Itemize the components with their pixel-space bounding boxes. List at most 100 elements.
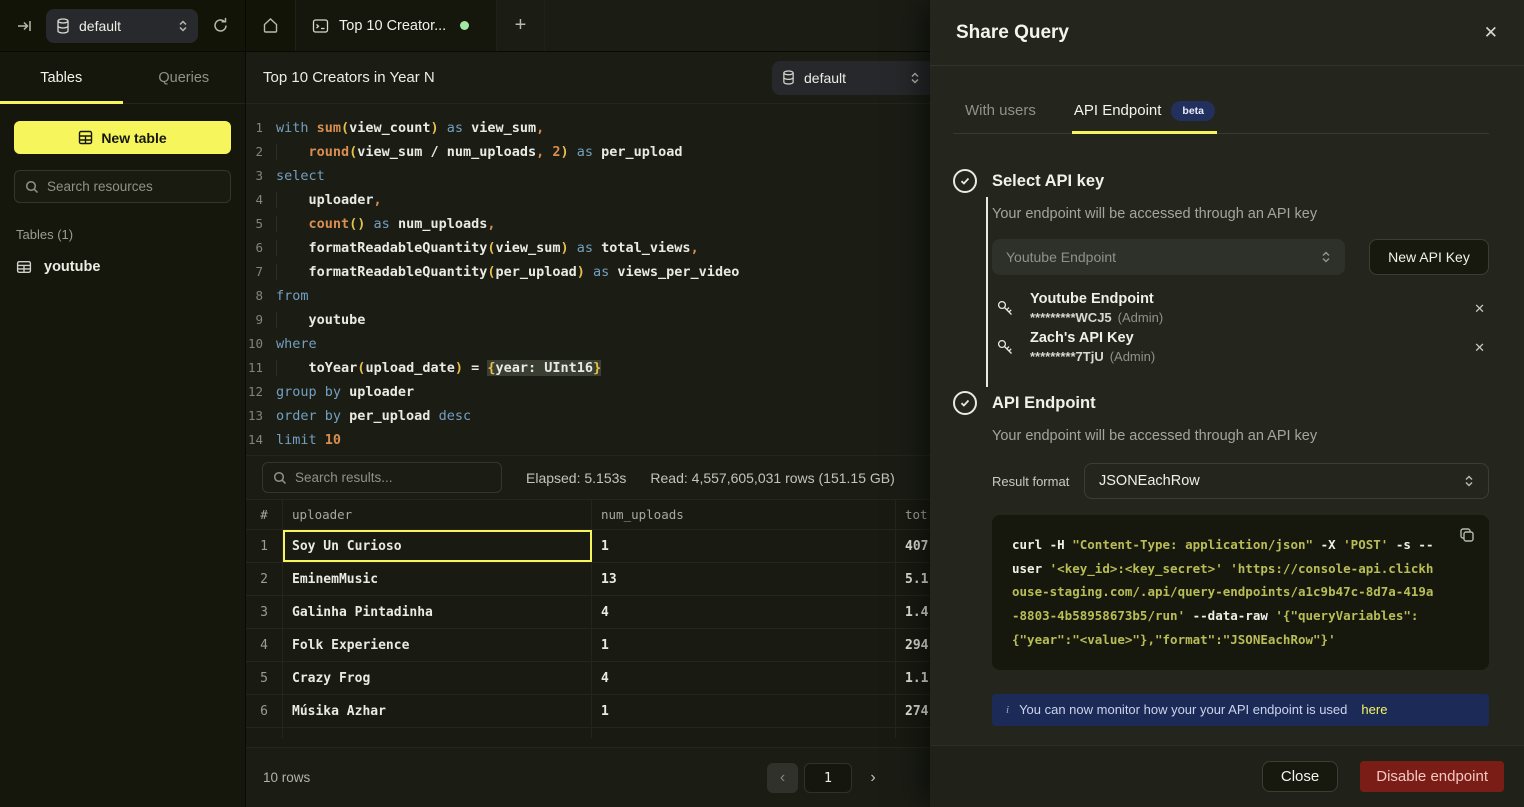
sql-editor[interactable]: 1with sum(view_count) as view_sum,2 roun… bbox=[246, 104, 930, 455]
new-api-key-button[interactable]: New API Key bbox=[1369, 239, 1489, 275]
new-tab-button[interactable]: + bbox=[497, 0, 545, 51]
uploader-cell[interactable]: Galinha Pintadinha bbox=[283, 596, 592, 628]
next-page-button[interactable]: › bbox=[858, 763, 888, 793]
api-key-selector[interactable]: Youtube Endpoint bbox=[992, 239, 1345, 275]
result-format-selector[interactable]: JSONEachRow bbox=[1084, 463, 1489, 499]
code-line[interactable]: 12group by uploader bbox=[246, 380, 930, 404]
code-line[interactable]: 5 count() as num_uploads, bbox=[246, 212, 930, 236]
code-line[interactable]: 3select bbox=[246, 164, 930, 188]
total-views-cell[interactable]: 274 bbox=[896, 695, 930, 727]
api-key-item[interactable]: Youtube Endpoint*********WCJ5(Admin)✕ bbox=[992, 289, 1489, 328]
database-icon bbox=[56, 18, 70, 34]
code-token: , bbox=[487, 216, 495, 232]
code-line[interactable]: 14limit 10 bbox=[246, 428, 930, 452]
row-index-cell[interactable]: 1 bbox=[246, 530, 283, 562]
code-line[interactable]: 10where bbox=[246, 332, 930, 356]
row-index-cell[interactable]: 6 bbox=[246, 695, 283, 727]
copy-button[interactable] bbox=[1459, 527, 1475, 543]
column-header-index[interactable]: # bbox=[246, 500, 283, 529]
code-token: as bbox=[585, 264, 618, 280]
row-index-cell[interactable]: 4 bbox=[246, 629, 283, 661]
line-number: 10 bbox=[246, 332, 276, 356]
code-line[interactable]: 13order by per_upload desc bbox=[246, 404, 930, 428]
current-page-indicator[interactable]: 1 bbox=[804, 763, 852, 793]
api-key-item[interactable]: Zach's API Key*********7TjU(Admin)✕ bbox=[992, 328, 1489, 367]
home-button[interactable] bbox=[246, 0, 296, 51]
uploader-cell[interactable]: Músika Azhar bbox=[283, 695, 592, 727]
code-line[interactable]: 4 uploader, bbox=[246, 188, 930, 212]
code-token: year: UInt16 bbox=[496, 360, 594, 376]
column-header-uploader[interactable]: uploader bbox=[283, 500, 592, 529]
num-uploads-cell[interactable]: 4 bbox=[592, 596, 896, 628]
sidebar-item-youtube[interactable]: youtube bbox=[0, 254, 245, 280]
code-token: order by bbox=[276, 408, 349, 424]
new-table-button[interactable]: New table bbox=[14, 121, 231, 154]
select-api-key-description: Your endpoint will be accessed through a… bbox=[992, 205, 1489, 223]
close-panel-button[interactable]: ✕ bbox=[1484, 23, 1498, 43]
sidebar-collapse-button[interactable] bbox=[12, 14, 36, 38]
num-uploads-cell[interactable]: 1 bbox=[592, 530, 896, 562]
tab-queries[interactable]: Queries bbox=[123, 52, 246, 103]
search-results-input[interactable] bbox=[295, 470, 491, 485]
code-token: } bbox=[593, 360, 601, 376]
line-number: 9 bbox=[246, 308, 276, 332]
code-line[interactable]: 9 youtube bbox=[246, 308, 930, 332]
home-icon bbox=[262, 17, 279, 34]
total-views-cell[interactable]: 1.1 bbox=[896, 662, 930, 694]
num-uploads-cell[interactable]: 13 bbox=[592, 563, 896, 595]
uploader-cell[interactable]: Folk Experience bbox=[283, 629, 592, 661]
line-number: 4 bbox=[246, 188, 276, 212]
remove-key-button[interactable]: ✕ bbox=[1474, 340, 1485, 356]
code-token: desc bbox=[430, 408, 471, 424]
banner-here-link[interactable]: here bbox=[1361, 702, 1387, 717]
results-search bbox=[262, 462, 502, 493]
uploader-cell[interactable]: Crazy Frog bbox=[283, 662, 592, 694]
refresh-button[interactable] bbox=[208, 13, 233, 38]
total-views-cell[interactable]: 1.4 bbox=[896, 596, 930, 628]
row-index-cell[interactable]: 5 bbox=[246, 662, 283, 694]
tab-with-users[interactable]: With users bbox=[963, 88, 1038, 133]
column-header-num-uploads[interactable]: num_uploads bbox=[592, 500, 896, 529]
database-selector[interactable]: default bbox=[46, 9, 198, 43]
num-uploads-cell[interactable]: 1 bbox=[592, 629, 896, 661]
prev-page-button[interactable]: ‹ bbox=[767, 763, 798, 793]
uploader-cell[interactable]: EminemMusic bbox=[283, 563, 592, 595]
row-index-cell[interactable]: 2 bbox=[246, 563, 283, 595]
tab-tables[interactable]: Tables bbox=[0, 52, 123, 103]
code-token: upload_date bbox=[365, 360, 454, 376]
key-credentials: *********WCJ5(Admin) bbox=[1030, 308, 1462, 327]
curl-command-text[interactable]: curl -H "Content-Type: application/json"… bbox=[1012, 533, 1440, 652]
row-index-cell[interactable]: 3 bbox=[246, 596, 283, 628]
curl-command-block: curl -H "Content-Type: application/json"… bbox=[992, 515, 1489, 670]
curl-token: --data-raw bbox=[1185, 608, 1275, 623]
tab-api-endpoint[interactable]: API Endpoint beta bbox=[1072, 88, 1217, 133]
code-line[interactable]: 11 toYear(upload_date) = {year: UInt16} bbox=[246, 356, 930, 380]
code-line[interactable]: 2 round(view_sum / num_uploads, 2) as pe… bbox=[246, 140, 930, 164]
code-line[interactable]: 6 formatReadableQuantity(view_sum) as to… bbox=[246, 236, 930, 260]
code-token: , bbox=[536, 144, 552, 160]
editor-database-selector[interactable]: default bbox=[772, 61, 930, 95]
code-text: youtube bbox=[276, 308, 365, 332]
query-tab[interactable]: Top 10 Creator... bbox=[296, 0, 497, 51]
table-row: 4Folk Experience1294 bbox=[246, 629, 930, 662]
column-header-total-views[interactable]: tot bbox=[896, 500, 930, 529]
search-icon bbox=[273, 471, 287, 485]
code-line[interactable]: 7 formatReadableQuantity(per_upload) as … bbox=[246, 260, 930, 284]
remove-key-button[interactable]: ✕ bbox=[1474, 301, 1485, 317]
code-text: count() as num_uploads, bbox=[276, 212, 495, 236]
chevron-updown-icon bbox=[1464, 474, 1474, 488]
code-line[interactable]: 1with sum(view_count) as view_sum, bbox=[246, 116, 930, 140]
code-line[interactable]: 8from bbox=[246, 284, 930, 308]
search-resources-input[interactable] bbox=[47, 179, 220, 194]
total-views-cell[interactable]: 5.1 bbox=[896, 563, 930, 595]
uploader-cell[interactable]: Soy Un Curioso bbox=[283, 530, 592, 562]
code-token: , bbox=[536, 120, 544, 136]
total-views-cell[interactable]: 294 bbox=[896, 629, 930, 661]
num-uploads-cell[interactable]: 1 bbox=[592, 695, 896, 727]
disable-endpoint-button[interactable]: Disable endpoint bbox=[1360, 761, 1504, 792]
code-token: per_upload bbox=[601, 144, 682, 160]
total-views-cell[interactable]: 407 bbox=[896, 530, 930, 562]
close-button[interactable]: Close bbox=[1262, 761, 1338, 792]
num-uploads-cell[interactable]: 4 bbox=[592, 662, 896, 694]
code-token: ) bbox=[430, 120, 438, 136]
